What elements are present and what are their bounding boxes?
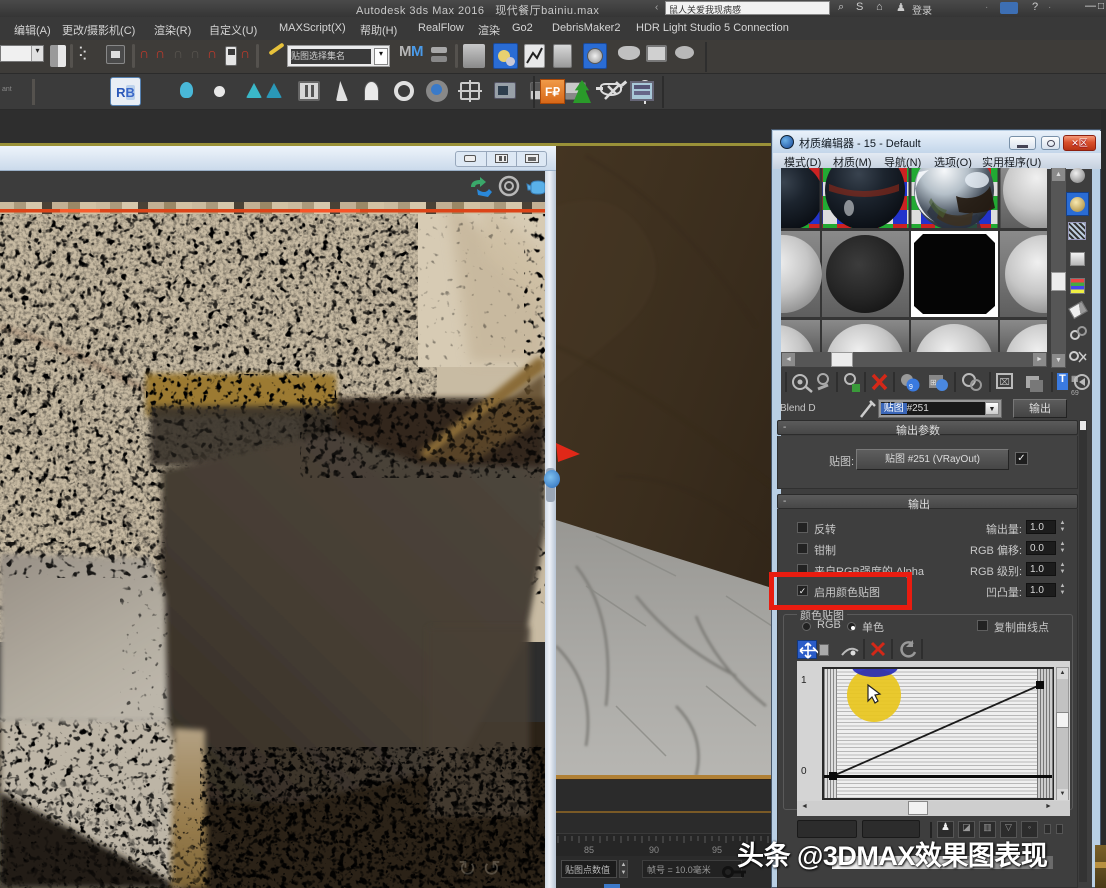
svg-text:⊞: ⊞: [930, 378, 937, 387]
svg-text:9: 9: [909, 384, 913, 391]
svg-text:95: 95: [712, 845, 722, 855]
svg-text:90: 90: [649, 845, 659, 855]
svg-text:85: 85: [584, 845, 594, 855]
svg-text:↻ ↺: ↻ ↺: [458, 856, 501, 881]
